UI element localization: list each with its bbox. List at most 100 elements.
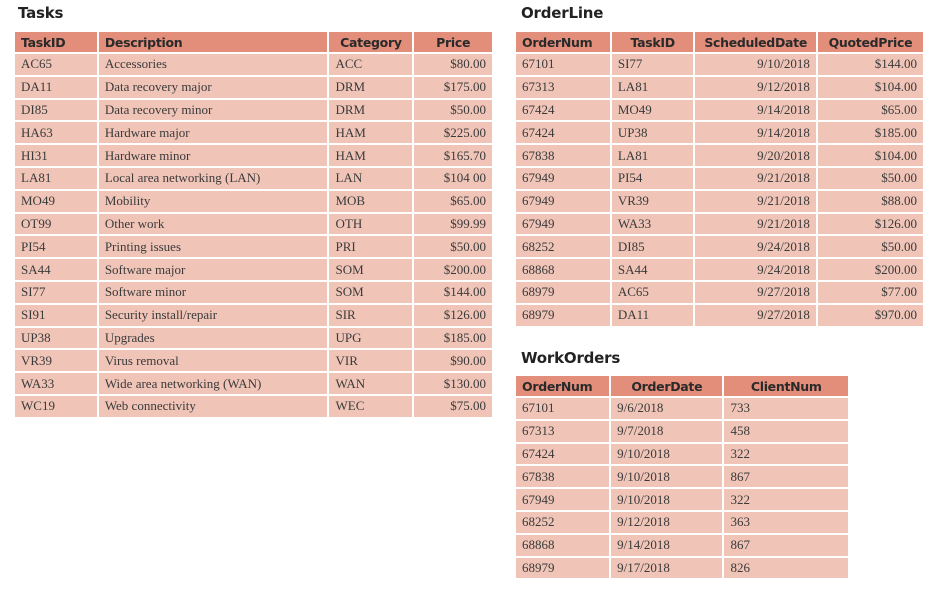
table-row[interactable]: 67313 LA81 9/12/2018 $104.00: [516, 76, 923, 98]
task-category-cell: MOB: [329, 190, 413, 212]
task-category-cell: WEC: [329, 395, 413, 417]
task-id-cell: UP38: [15, 327, 97, 349]
table-row[interactable]: UP38 Upgrades UPG $185.00: [15, 327, 492, 349]
table-row[interactable]: DA11 Data recovery major DRM $175.00: [15, 76, 492, 98]
table-row[interactable]: 67313 9/7/2018 458: [516, 420, 848, 442]
table-row[interactable]: HI31 Hardware minor HAM $165.70: [15, 145, 492, 166]
column-header-orderdate[interactable]: OrderDate: [611, 376, 723, 396]
quoted-price-cell: $65.00: [817, 99, 923, 121]
table-row[interactable]: 67949 VR39 9/21/2018 $88.00: [516, 190, 923, 212]
task-category-cell: SOM: [329, 259, 413, 280]
order-date-cell: 9/10/2018: [611, 489, 723, 510]
task-category-cell: HAM: [329, 145, 413, 166]
task-price-cell: $104 00: [414, 167, 492, 189]
task-id-cell: VR39: [15, 350, 97, 372]
scheduled-date-cell: 9/14/2018: [695, 122, 816, 144]
order-num-cell: 67949: [516, 190, 610, 212]
table-row[interactable]: WC19 Web connectivity WEC $75.00: [15, 395, 492, 417]
scheduled-date-cell: 9/24/2018: [695, 236, 816, 258]
task-category-cell: DRM: [329, 99, 413, 121]
quoted-price-cell: $200.00: [817, 259, 923, 280]
table-row[interactable]: 68979 9/17/2018 826: [516, 557, 848, 579]
task-id-cell: PI54: [15, 236, 97, 258]
order-num-cell: 68979: [516, 281, 610, 303]
task-category-cell: PRI: [329, 236, 413, 258]
table-row[interactable]: LA81 Local area networking (LAN) LAN $104 0…: [15, 167, 492, 189]
task-price-cell: $200.00: [414, 259, 492, 280]
table-row[interactable]: 67424 MO49 9/14/2018 $65.00: [516, 99, 923, 121]
quoted-price-cell: $104.00: [817, 76, 923, 98]
table-row[interactable]: 67838 9/10/2018 867: [516, 466, 848, 488]
task-id-cell: OT99: [15, 213, 97, 235]
task-id-cell: AC65: [15, 54, 97, 75]
table-row[interactable]: 67838 LA81 9/20/2018 $104.00: [516, 145, 923, 166]
order-date-cell: 9/10/2018: [611, 443, 723, 465]
task-description-cell: Wide area networking (WAN): [98, 373, 328, 394]
task-description-cell: Other work: [98, 213, 328, 235]
task-description-cell: Printing issues: [98, 236, 328, 258]
table-row[interactable]: SI91 Security install/repair SIR $126.00: [15, 304, 492, 326]
order-date-cell: 9/12/2018: [611, 511, 723, 533]
task-id-cell: WC19: [15, 395, 97, 417]
column-header-taskid[interactable]: TaskID: [15, 32, 97, 52]
table-row[interactable]: 67424 UP38 9/14/2018 $185.00: [516, 122, 923, 144]
table-row[interactable]: PI54 Printing issues PRI $50.00: [15, 236, 492, 258]
column-header-ordernum[interactable]: OrderNum: [516, 376, 610, 396]
order-date-cell: 9/10/2018: [611, 466, 723, 488]
table-row[interactable]: 67949 WA33 9/21/2018 $126.00: [516, 213, 923, 235]
tasks-header-row: TaskID Description Category Price: [15, 32, 492, 52]
column-header-taskid[interactable]: TaskID: [611, 32, 694, 52]
client-num-cell: 322: [724, 489, 848, 510]
table-row[interactable]: 68252 DI85 9/24/2018 $50.00: [516, 236, 923, 258]
task-id-cell: LA81: [611, 145, 694, 166]
table-row[interactable]: 67101 SI77 9/10/2018 $144.00: [516, 54, 923, 75]
table-row[interactable]: 67949 9/10/2018 322: [516, 489, 848, 510]
table-row[interactable]: 67101 9/6/2018 733: [516, 398, 848, 419]
table-row[interactable]: SI77 Software minor SOM $144.00: [15, 281, 492, 303]
quoted-price-cell: $88.00: [817, 190, 923, 212]
quoted-price-cell: $970.00: [817, 304, 923, 326]
task-category-cell: SIR: [329, 304, 413, 326]
table-row[interactable]: 68868 9/14/2018 867: [516, 534, 848, 556]
order-num-cell: 68252: [516, 511, 610, 533]
scheduled-date-cell: 9/21/2018: [695, 213, 816, 235]
order-num-cell: 68868: [516, 534, 610, 556]
table-row[interactable]: VR39 Virus removal VIR $90.00: [15, 350, 492, 372]
table-row[interactable]: 68252 9/12/2018 363: [516, 511, 848, 533]
task-description-cell: Virus removal: [98, 350, 328, 372]
table-row[interactable]: SA44 Software major SOM $200.00: [15, 259, 492, 280]
quoted-price-cell: $77.00: [817, 281, 923, 303]
workorders-table: OrderNum OrderDate ClientNum 67101 9/6/20…: [514, 374, 850, 581]
table-row[interactable]: OT99 Other work OTH $99.99: [15, 213, 492, 235]
client-num-cell: 867: [724, 534, 848, 556]
table-row[interactable]: 68979 DA11 9/27/2018 $970.00: [516, 304, 923, 326]
table-row[interactable]: HA63 Hardware major HAM $225.00: [15, 122, 492, 144]
task-description-cell: Data recovery minor: [98, 99, 328, 121]
task-price-cell: $75.00: [414, 395, 492, 417]
scheduled-date-cell: 9/20/2018: [695, 145, 816, 166]
task-description-cell: Data recovery major: [98, 76, 328, 98]
column-header-price[interactable]: Price: [414, 32, 492, 52]
scheduled-date-cell: 9/14/2018: [695, 99, 816, 121]
column-header-ordernum[interactable]: OrderNum: [516, 32, 610, 52]
task-id-cell: WA33: [611, 213, 694, 235]
table-row[interactable]: MO49 Mobility MOB $65.00: [15, 190, 492, 212]
table-row[interactable]: 67424 9/10/2018 322: [516, 443, 848, 465]
column-header-category[interactable]: Category: [329, 32, 413, 52]
column-header-description[interactable]: Description: [98, 32, 328, 52]
order-date-cell: 9/14/2018: [611, 534, 723, 556]
table-row[interactable]: DI85 Data recovery minor DRM $50.00: [15, 99, 492, 121]
table-row[interactable]: WA33 Wide area networking (WAN) WAN $130.00: [15, 373, 492, 394]
table-row[interactable]: 67949 PI54 9/21/2018 $50.00: [516, 167, 923, 189]
table-row[interactable]: 68868 SA44 9/24/2018 $200.00: [516, 259, 923, 280]
quoted-price-cell: $104.00: [817, 145, 923, 166]
task-price-cell: $65.00: [414, 190, 492, 212]
column-header-clientnum[interactable]: ClientNum: [724, 376, 848, 396]
table-row[interactable]: 68979 AC65 9/27/2018 $77.00: [516, 281, 923, 303]
task-id-cell: DI85: [611, 236, 694, 258]
column-header-scheduleddate[interactable]: ScheduledDate: [695, 32, 816, 52]
task-id-cell: SI77: [611, 54, 694, 75]
task-description-cell: Mobility: [98, 190, 328, 212]
column-header-quotedprice[interactable]: QuotedPrice: [817, 32, 923, 52]
table-row[interactable]: AC65 Accessories ACC $80.00: [15, 54, 492, 75]
